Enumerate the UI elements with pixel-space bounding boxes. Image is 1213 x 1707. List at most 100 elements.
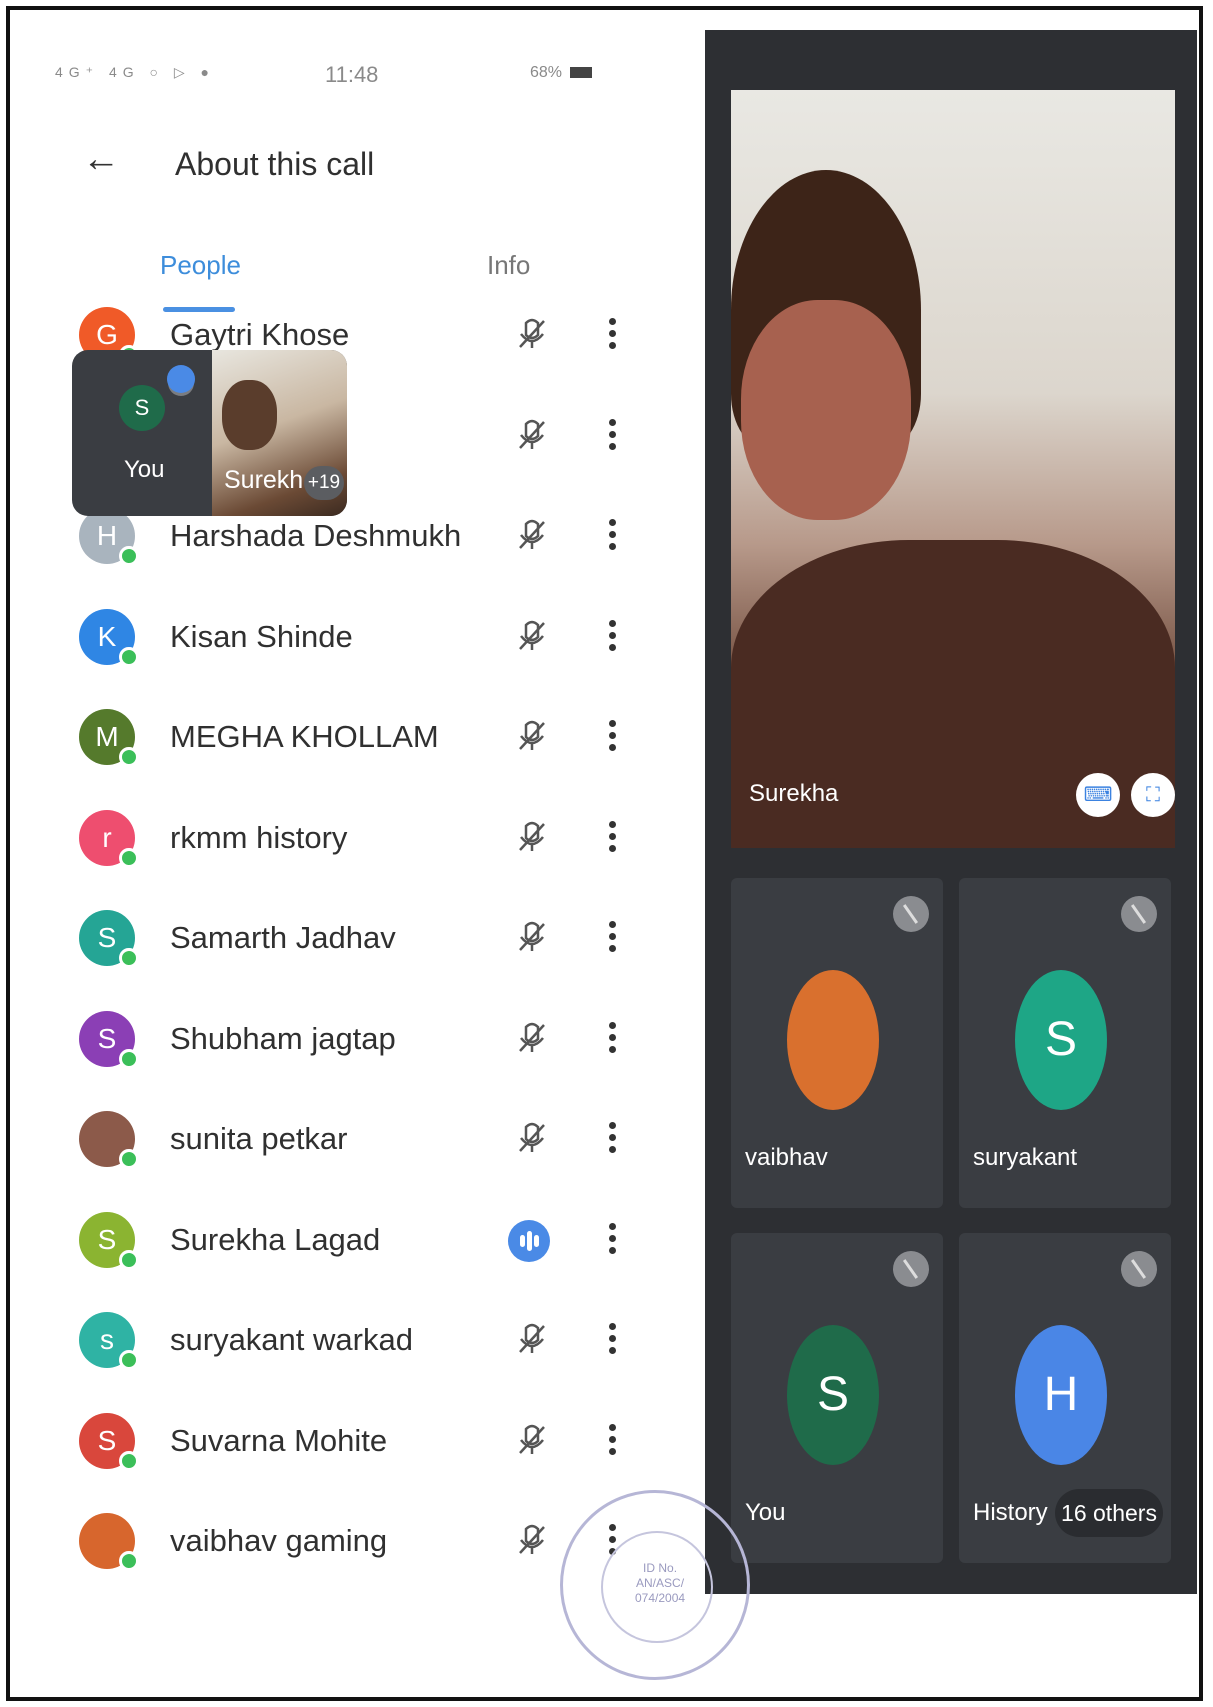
more-options-icon[interactable] bbox=[604, 1421, 620, 1461]
participant-row[interactable]: vaibhav gaming bbox=[0, 1491, 640, 1591]
mic-off-icon bbox=[512, 1320, 552, 1360]
battery-percent: 68% bbox=[530, 64, 563, 81]
avatar: H bbox=[79, 508, 139, 566]
college-stamp: ID No. AN/ASC/ 074/2004 bbox=[560, 1490, 750, 1680]
participant-row[interactable]: s suryakant warkad bbox=[0, 1290, 640, 1390]
main-speaker-name: Surekha bbox=[749, 780, 839, 807]
stamp-line: 074/2004 bbox=[635, 1591, 686, 1605]
participant-row[interactable]: M MEGHA KHOLLAM bbox=[0, 687, 640, 787]
more-options-icon[interactable] bbox=[604, 516, 620, 556]
mic-off-icon bbox=[512, 1119, 552, 1159]
avatar: M bbox=[79, 709, 139, 767]
participant-row[interactable]: S Suvarna Mohite bbox=[0, 1391, 640, 1491]
participant-name: vaibhav gaming bbox=[170, 1523, 388, 1558]
tab-info[interactable]: Info bbox=[487, 250, 530, 281]
more-options-icon[interactable] bbox=[604, 1119, 620, 1159]
online-status-dot bbox=[119, 948, 139, 968]
participant-row[interactable]: sunita petkar bbox=[0, 1089, 640, 1189]
participant-row[interactable]: S Samarth Jadhav bbox=[0, 888, 640, 988]
online-status-dot bbox=[119, 1450, 139, 1471]
online-status-dot bbox=[119, 1048, 139, 1069]
participant-row[interactable]: r rkmm history bbox=[0, 788, 640, 888]
mic-off-icon bbox=[512, 717, 552, 757]
pin-icon[interactable]: ⌨ bbox=[1076, 773, 1120, 817]
online-status-dot bbox=[119, 1350, 139, 1370]
mic-off-icon bbox=[512, 416, 552, 456]
signal-icons: 4G⁺ 4G ○ ▷ ● bbox=[55, 64, 215, 80]
participant-name: sunita petkar bbox=[170, 1121, 348, 1156]
speaking-indicator-icon bbox=[508, 1219, 550, 1262]
more-options-icon[interactable] bbox=[604, 1220, 620, 1260]
mic-off-icon bbox=[512, 918, 552, 958]
mic-off-icon bbox=[893, 896, 929, 932]
more-options-icon[interactable] bbox=[604, 918, 620, 958]
participant-name: rkmm history bbox=[170, 819, 348, 855]
participant-name: Samarth Jadhav bbox=[170, 920, 396, 955]
mic-off-icon bbox=[1121, 896, 1157, 932]
pip-you-avatar: S bbox=[119, 385, 165, 431]
participant-row[interactable]: S Shubham jagtap bbox=[0, 989, 640, 1089]
status-bar: 4G⁺ 4G ○ ▷ ● 11:48 68% bbox=[55, 60, 635, 94]
more-options-icon[interactable] bbox=[604, 1019, 620, 1059]
video-tile[interactable]: S You bbox=[731, 1233, 943, 1563]
mic-off-icon bbox=[1121, 1251, 1157, 1287]
avatar-initial: G bbox=[96, 319, 118, 350]
mic-off-icon bbox=[512, 617, 552, 657]
status-time: 11:48 bbox=[325, 62, 379, 87]
mic-off-icon bbox=[512, 315, 552, 355]
online-status-dot bbox=[119, 847, 139, 868]
more-options-icon[interactable] bbox=[604, 1320, 620, 1360]
tile-avatar bbox=[787, 970, 879, 1110]
stamp-line: ID No. bbox=[643, 1561, 678, 1575]
battery-icon bbox=[570, 67, 593, 79]
avatar-initial: S bbox=[97, 922, 117, 953]
participant-name: Surekha Lagad bbox=[170, 1221, 381, 1257]
tile-avatar: H bbox=[1015, 1325, 1107, 1465]
pip-window[interactable]: S You Surekh +19 bbox=[72, 350, 347, 516]
more-options-icon[interactable] bbox=[604, 818, 620, 858]
video-tile[interactable]: S suryakant bbox=[959, 878, 1171, 1208]
video-tile[interactable]: H History 16 others bbox=[959, 1233, 1171, 1563]
avatar-initial: S bbox=[97, 1022, 117, 1054]
tile-avatar: S bbox=[787, 1325, 879, 1465]
avatar-initial: s bbox=[100, 1324, 114, 1355]
video-grid-panel: Surekha ⌨ ⛶ vaibhav S suryakant S You H … bbox=[705, 30, 1197, 1594]
online-status-dot bbox=[119, 1249, 139, 1270]
avatar bbox=[79, 1111, 139, 1169]
mic-off-icon bbox=[512, 1421, 552, 1461]
tile-name: vaibhav bbox=[745, 1144, 828, 1171]
participant-name: Harshada Deshmukh bbox=[170, 518, 462, 553]
online-status-dot bbox=[119, 546, 139, 566]
pip-others-count: +19 bbox=[304, 466, 344, 500]
avatar-initial: S bbox=[97, 1424, 117, 1456]
participant-name: Suvarna Mohite bbox=[170, 1422, 388, 1458]
online-status-dot bbox=[119, 1149, 139, 1169]
participant-row[interactable]: S Surekha Lagad bbox=[0, 1190, 640, 1290]
participant-name: suryakant warkad bbox=[170, 1322, 413, 1357]
participant-name: Gaytri Khose bbox=[170, 317, 350, 352]
main-speaker-video[interactable]: Surekha ⌨ ⛶ bbox=[731, 90, 1175, 848]
tile-name: History bbox=[973, 1499, 1048, 1526]
avatar: K bbox=[79, 608, 139, 667]
tab-people[interactable]: People bbox=[160, 250, 241, 281]
mic-off-icon bbox=[512, 1019, 552, 1059]
pip-speaker-name: Surekh bbox=[224, 466, 304, 494]
more-options-icon[interactable] bbox=[604, 416, 620, 456]
mic-off-icon bbox=[893, 1251, 929, 1287]
stamp-line: AN/ASC/ bbox=[636, 1576, 685, 1590]
fullscreen-icon[interactable]: ⛶ bbox=[1131, 773, 1175, 817]
more-options-icon[interactable] bbox=[604, 717, 620, 757]
speaking-indicator-icon bbox=[167, 365, 195, 393]
avatar-initial: S bbox=[97, 1223, 117, 1255]
more-options-icon[interactable] bbox=[604, 617, 620, 657]
back-arrow-icon[interactable]: ← bbox=[82, 140, 120, 178]
video-tile[interactable]: vaibhav bbox=[731, 878, 943, 1208]
avatar: S bbox=[79, 1211, 139, 1270]
speaker-face bbox=[222, 380, 277, 450]
participant-name: Shubham jagtap bbox=[170, 1020, 396, 1056]
others-count-badge[interactable]: 16 others bbox=[1055, 1489, 1163, 1537]
mic-off-icon bbox=[512, 1521, 552, 1561]
avatar-initial: K bbox=[97, 620, 117, 652]
more-options-icon[interactable] bbox=[604, 315, 620, 355]
participant-row[interactable]: K Kisan Shinde bbox=[0, 587, 640, 687]
